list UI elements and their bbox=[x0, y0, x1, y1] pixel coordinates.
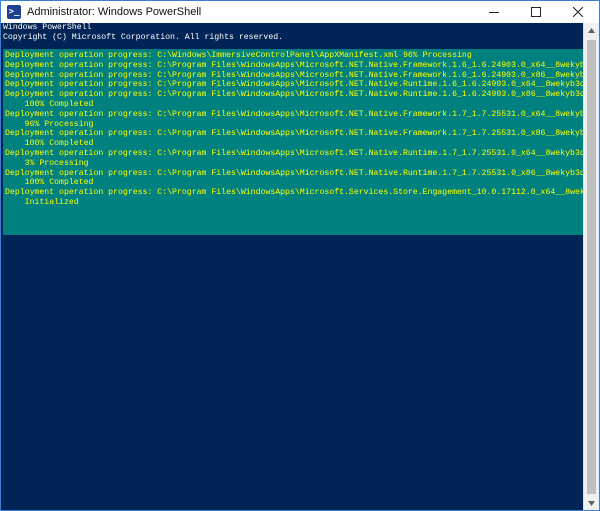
banner-line: Windows PowerShell bbox=[3, 23, 92, 32]
progress-status: 100% Completed bbox=[5, 178, 94, 188]
scroll-down-button[interactable] bbox=[584, 496, 599, 510]
progress-status: 3% Processing bbox=[5, 158, 89, 168]
progress-status: Initialized bbox=[5, 197, 79, 207]
powershell-icon: >_ bbox=[7, 5, 21, 19]
progress-line: Deployment operation progress: C:\Progra… bbox=[5, 188, 585, 198]
progress-line: Deployment operation progress: C:\Progra… bbox=[5, 109, 585, 119]
maximize-icon bbox=[531, 7, 541, 17]
progress-line: Deployment operation progress: C:\Progra… bbox=[5, 60, 585, 70]
progress-line: Deployment operation progress: C:\Progra… bbox=[5, 168, 585, 178]
close-button[interactable] bbox=[557, 1, 599, 23]
title-bar[interactable]: >_ Administrator: Windows PowerShell bbox=[1, 0, 599, 23]
close-icon bbox=[573, 7, 583, 17]
progress-line: Deployment operation progress: C:\Window… bbox=[5, 51, 472, 60]
progress-line: Deployment operation progress: C:\Progra… bbox=[5, 90, 585, 100]
progress-status: 96% Processing bbox=[5, 119, 94, 129]
powershell-window: >_ Administrator: Windows PowerShell Win… bbox=[0, 0, 600, 511]
progress-status: 100% Completed bbox=[5, 139, 94, 149]
scroll-up-button[interactable] bbox=[584, 23, 599, 38]
chevron-up-icon bbox=[588, 28, 595, 33]
scroll-thumb[interactable] bbox=[587, 40, 596, 494]
window-title: Administrator: Windows PowerShell bbox=[27, 6, 202, 18]
chevron-down-icon bbox=[588, 501, 595, 506]
minimize-icon bbox=[489, 12, 499, 13]
vertical-scrollbar[interactable] bbox=[583, 23, 599, 510]
deployment-progress-block: Deployment operation progress: C:\Window… bbox=[3, 49, 585, 235]
banner-line: Copyright (C) Microsoft Corporation. All… bbox=[3, 32, 284, 42]
maximize-button[interactable] bbox=[515, 1, 557, 23]
progress-line: Deployment operation progress: C:\Progra… bbox=[5, 70, 585, 80]
progress-line: Deployment operation progress: C:\Progra… bbox=[5, 129, 585, 139]
progress-status: 100% Completed bbox=[5, 99, 94, 109]
minimize-button[interactable] bbox=[473, 1, 515, 23]
console-banner: Windows PowerShell Copyright (C) Microso… bbox=[1, 23, 585, 43]
progress-line: Deployment operation progress: C:\Progra… bbox=[5, 148, 585, 158]
progress-line: Deployment operation progress: C:\Progra… bbox=[5, 80, 585, 90]
console-output[interactable]: Windows PowerShell Copyright (C) Microso… bbox=[1, 23, 585, 510]
